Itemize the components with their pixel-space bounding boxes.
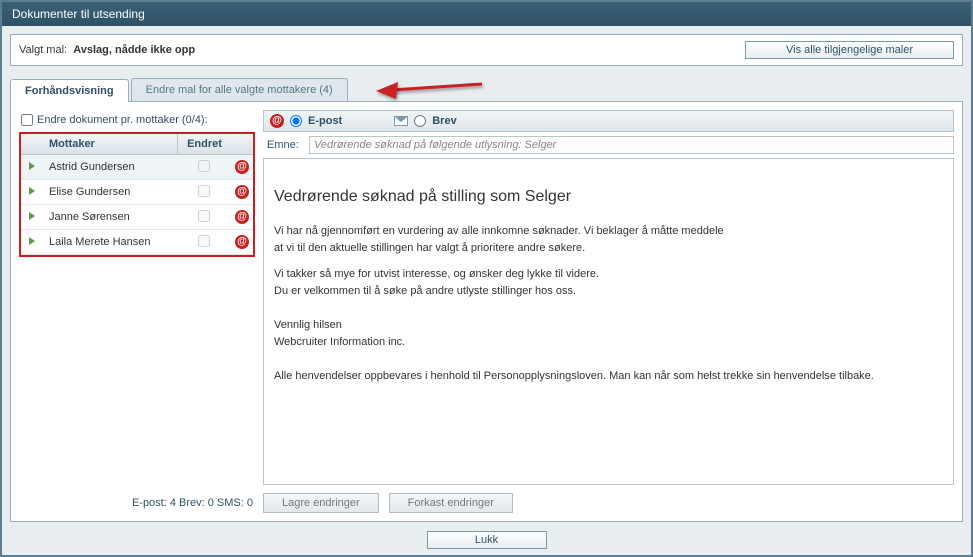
selected-template-label: Valgt mal: Avslag, nådde ikke opp — [19, 44, 195, 56]
window-title: Dokumenter til utsending — [12, 7, 145, 21]
body-line: at vi til den aktuelle stillingen har va… — [274, 240, 943, 257]
send-type-bar: @ E-post Brev — [263, 110, 954, 132]
recipient-channel-icon: @ — [231, 185, 253, 199]
recipient-name: Astrid Gundersen — [43, 161, 177, 173]
recipient-name: Elise Gundersen — [43, 186, 177, 198]
recipient-row[interactable]: Laila Merete Hansen @ — [21, 230, 253, 255]
edit-per-recipient-input[interactable] — [21, 114, 33, 126]
col-arrow-header — [21, 134, 43, 154]
col-channel-header — [231, 134, 253, 154]
recipient-changed — [177, 210, 231, 225]
left-panel: Endre dokument pr. mottaker (0/4): Motta… — [19, 110, 255, 513]
recipient-channel-icon: @ — [231, 160, 253, 174]
message-body-editor[interactable]: Vedrørende søknad på stilling som Selger… — [263, 158, 954, 485]
tab-edit-all-recipients[interactable]: Endre mal for alle valgte mottakere (4) — [131, 78, 348, 101]
body-line: Du er velkommen til å søke på andre utly… — [274, 283, 943, 300]
show-all-templates-button[interactable]: Vis alle tilgjengelige maler — [745, 41, 954, 59]
email-icon: @ — [270, 114, 284, 128]
annotation-arrow-icon — [372, 68, 492, 106]
recipient-changed — [177, 235, 231, 250]
save-changes-button[interactable]: Lagre endringer — [263, 493, 379, 513]
send-type-letter-label: Brev — [432, 115, 456, 127]
col-changed-header[interactable]: Endret — [177, 134, 231, 154]
recipient-row[interactable]: Janne Sørensen @ — [21, 205, 253, 230]
recipient-list: Mottaker Endret Astrid Gundersen @ Elise… — [19, 132, 255, 257]
recipient-name: Laila Merete Hansen — [43, 236, 177, 248]
body-line: Vi takker så mye for utvist interesse, o… — [274, 266, 943, 283]
row-arrow-icon — [21, 162, 43, 173]
subject-input[interactable] — [309, 136, 954, 154]
body-line: Vi har nå gjennomført en vurdering av al… — [274, 223, 943, 240]
close-bar: Lukk — [2, 531, 971, 549]
template-prefix: Valgt mal: — [19, 44, 67, 56]
recipient-name: Janne Sørensen — [43, 211, 177, 223]
template-bar: Valgt mal: Avslag, nådde ikke opp Vis al… — [10, 34, 963, 66]
edit-per-recipient-label: Endre dokument pr. mottaker (0/4): — [37, 114, 208, 126]
send-type-email-label: E-post — [308, 115, 342, 127]
send-type-email-radio[interactable] — [290, 115, 302, 127]
tab-preview[interactable]: Forhåndsvisning — [10, 79, 129, 102]
body-line: Vennlig hilsen — [274, 317, 943, 334]
action-buttons: Lagre endringer Forkast endringer — [263, 485, 954, 513]
recipient-channel-icon: @ — [231, 210, 253, 224]
content-area: Valgt mal: Avslag, nådde ikke opp Vis al… — [2, 26, 971, 555]
channel-stats: E-post: 4 Brev: 0 SMS: 0 — [19, 493, 255, 513]
body-line: Webcruiter Information inc. — [274, 334, 943, 351]
recipient-changed — [177, 185, 231, 200]
discard-changes-button[interactable]: Forkast endringer — [389, 493, 513, 513]
letter-icon — [394, 116, 408, 126]
subject-label: Emne: — [263, 139, 303, 151]
body-heading: Vedrørende søknad på stilling som Selger — [274, 185, 943, 209]
row-arrow-icon — [21, 187, 43, 198]
right-panel: @ E-post Brev Emne: Vedrørende søknad på… — [263, 110, 954, 513]
tab-strip: Forhåndsvisning Endre mal for alle valgt… — [10, 78, 963, 102]
recipient-row[interactable]: Elise Gundersen @ — [21, 180, 253, 205]
dialog-window: Dokumenter til utsending Valgt mal: Avsl… — [0, 0, 973, 557]
row-arrow-icon — [21, 237, 43, 248]
main-area: Endre dokument pr. mottaker (0/4): Motta… — [10, 102, 963, 522]
titlebar: Dokumenter til utsending — [2, 2, 971, 26]
body-line: Alle henvendelser oppbevares i henhold t… — [274, 368, 943, 385]
subject-row: Emne: — [263, 132, 954, 158]
template-name: Avslag, nådde ikke opp — [73, 44, 195, 56]
row-arrow-icon — [21, 212, 43, 223]
recipient-header: Mottaker Endret — [21, 134, 253, 155]
recipient-changed — [177, 160, 231, 175]
edit-per-recipient-checkbox[interactable]: Endre dokument pr. mottaker (0/4): — [19, 110, 255, 132]
recipient-channel-icon: @ — [231, 235, 253, 249]
recipient-row[interactable]: Astrid Gundersen @ — [21, 155, 253, 180]
send-type-letter-radio[interactable] — [414, 115, 426, 127]
col-recipient-header[interactable]: Mottaker — [43, 134, 177, 154]
close-button[interactable]: Lukk — [427, 531, 547, 549]
